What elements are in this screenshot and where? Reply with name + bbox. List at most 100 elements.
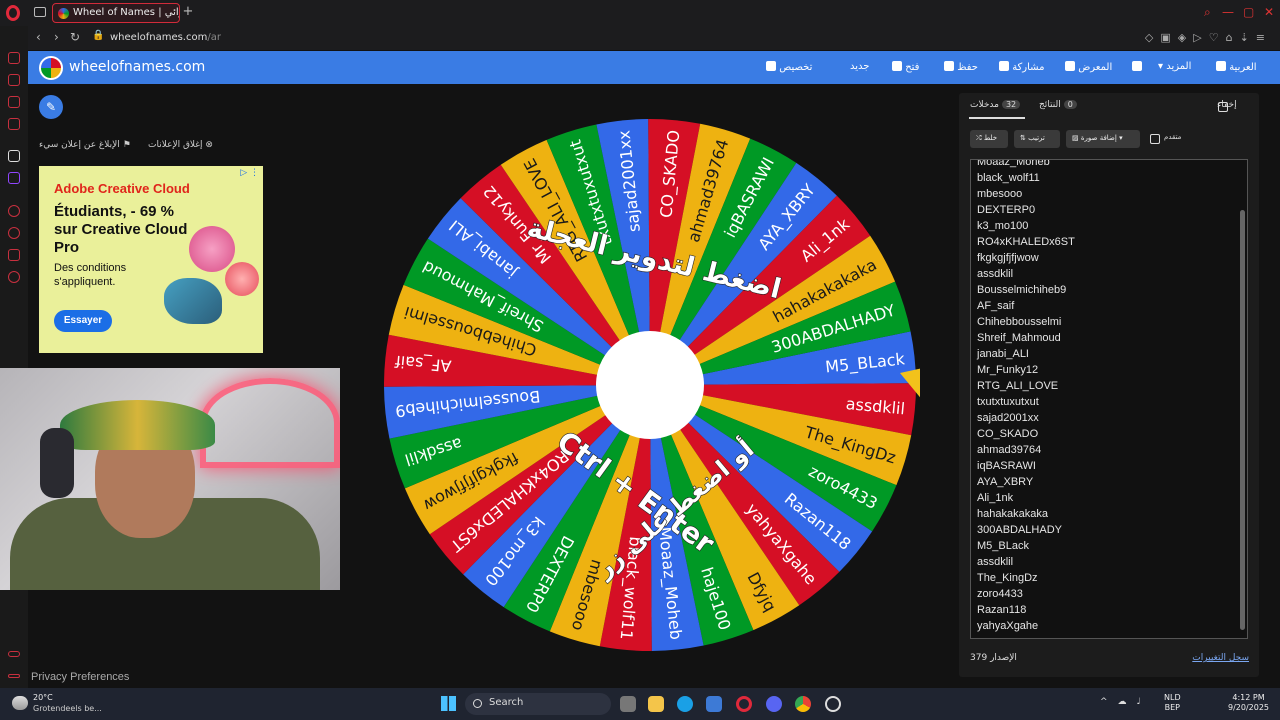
bookmark-icon[interactable]: ◇: [1145, 31, 1160, 44]
menu-share[interactable]: مشاركة: [993, 61, 1044, 73]
ad-choices-icon[interactable]: ▷ ⋮: [240, 168, 259, 178]
downloads-icon[interactable]: ⇣: [1240, 31, 1256, 44]
report-ad-link[interactable]: الإبلاغ عن إعلان سيء ⚑: [39, 140, 131, 150]
url-field[interactable]: wheelofnames.com/ar: [110, 32, 221, 43]
sort-button[interactable]: ⇅ ترتيب: [1014, 130, 1060, 148]
extensions-icon[interactable]: [8, 249, 20, 261]
site-header: wheelofnames.com تخصيص جديد فتح حفظ مشار…: [28, 51, 1280, 84]
entry-item: RTG_ALI_LOVE: [977, 380, 1059, 392]
history-icon[interactable]: [8, 227, 20, 239]
search-icon: [473, 699, 482, 708]
weather-description[interactable]: Grotendeels be...: [33, 704, 102, 713]
search-tabs-icon[interactable]: ⌕: [1204, 5, 1211, 20]
entry-item: k3_mo100: [977, 220, 1029, 232]
search-icon: [1065, 61, 1075, 71]
new-tab-button[interactable]: +: [181, 4, 195, 19]
menu-gallery[interactable]: المعرض: [1059, 61, 1112, 73]
heart-icon[interactable]: ♡: [1209, 31, 1226, 44]
edge-icon[interactable]: [677, 696, 693, 712]
wheel-center-button[interactable]: [596, 331, 704, 439]
menu-customize[interactable]: تخصيص: [760, 61, 812, 73]
microphone-icon[interactable]: ♩: [1137, 697, 1151, 707]
gx-icon[interactable]: [8, 651, 20, 657]
hide-checkbox[interactable]: [1218, 102, 1228, 112]
shuffle-button[interactable]: ⤮ خلط: [970, 130, 1008, 148]
player-icon[interactable]: ▷: [1193, 31, 1208, 44]
entry-item: Moaaz_Moheb: [977, 159, 1050, 168]
more-sidebar-icon[interactable]: [8, 674, 20, 678]
entry-item: 300ABDALHADY: [977, 524, 1062, 536]
reload-icon[interactable]: ↻: [70, 30, 80, 44]
cloud-icon[interactable]: [12, 696, 28, 710]
entry-item: fkgkgjfjfjwow: [977, 252, 1039, 264]
entries-count-badge: 32: [1001, 100, 1021, 109]
file-explorer-icon[interactable]: [648, 696, 664, 712]
site-title[interactable]: wheelofnames.com: [69, 59, 205, 75]
task-view-icon[interactable]: [620, 696, 636, 712]
workspace-icon[interactable]: [8, 74, 20, 86]
obs-icon[interactable]: [825, 696, 841, 712]
entries-scrollbar[interactable]: [1240, 210, 1245, 630]
menu-save[interactable]: حفظ: [938, 61, 978, 73]
advertisement[interactable]: ▷ ⋮ Adobe Creative Cloud Étudiants, - 69…: [39, 166, 263, 353]
advanced-checkbox[interactable]: [1150, 134, 1160, 144]
ad-subtext: Des conditions s'appliquent.: [54, 262, 127, 288]
chevron-up-icon[interactable]: ^: [1100, 697, 1118, 707]
vpn-icon[interactable]: ◈: [1178, 31, 1193, 44]
wheel-of-names[interactable]: M5_BLack assdklil The_KingDz zoro4433 Razan1…: [380, 115, 920, 655]
taskbar-clock[interactable]: 4:12 PM 9/20/2025: [1228, 693, 1269, 713]
entries-textarea[interactable]: Moaaz_Moheb black_wolf11 mbesooo DEXTERP0 k3…: [970, 159, 1248, 639]
close-icon[interactable]: ✕: [1264, 5, 1274, 19]
entry-item: yahyaXgahe: [977, 620, 1039, 632]
menu-language[interactable]: العربية: [1210, 61, 1257, 73]
input-language[interactable]: NLD BEP: [1164, 693, 1181, 713]
menu-more[interactable]: ▾ المزيد: [1158, 61, 1191, 72]
gmail-icon[interactable]: [8, 118, 20, 130]
fullscreen-icon: [1132, 61, 1142, 71]
settings-icon[interactable]: [8, 271, 20, 283]
add-image-button[interactable]: ▨ إضافة صورة ▾: [1066, 130, 1140, 148]
tab-islands-icon[interactable]: [34, 7, 46, 17]
minimize-icon[interactable]: —: [1222, 5, 1234, 19]
chrome-icon[interactable]: [795, 696, 811, 712]
twitch-icon[interactable]: [8, 172, 20, 184]
site-logo-icon[interactable]: [39, 56, 63, 80]
aria-icon[interactable]: [8, 52, 20, 64]
store-icon[interactable]: [706, 696, 722, 712]
opera-logo-icon[interactable]: [6, 5, 20, 21]
privacy-preferences-link[interactable]: Privacy Preferences: [31, 671, 129, 683]
discord-icon[interactable]: [766, 696, 782, 712]
messenger-icon[interactable]: [8, 96, 20, 108]
browser-tab-active[interactable]: Wheel of Names | عشوائي: [52, 3, 180, 23]
changelog-link[interactable]: سجل التغييرات: [1192, 653, 1249, 663]
globe-icon: [1216, 61, 1226, 71]
taskbar-search[interactable]: Search: [465, 693, 611, 715]
menu-new[interactable]: جديد: [850, 61, 869, 72]
menu-icon[interactable]: ≡: [1256, 31, 1272, 44]
tab-entries[interactable]: مدخلات 32: [970, 100, 1021, 110]
entry-item: txutxtuxutxut: [977, 396, 1039, 408]
back-icon[interactable]: ‹: [36, 30, 41, 44]
tab-results[interactable]: النتائج 0: [1039, 100, 1077, 110]
wheel-svg[interactable]: M5_BLackassdklilThe_KingDzzoro4433Razan1…: [380, 115, 920, 655]
entry-item: sajad2001xx: [977, 412, 1039, 424]
player-sidebar-icon[interactable]: [8, 205, 20, 217]
windows-start-icon[interactable]: [441, 696, 456, 711]
entry-item: RO4xKHALEDx6ST: [977, 236, 1075, 248]
opera-gx-icon[interactable]: [736, 696, 752, 712]
ad-cta-button[interactable]: Essayer: [54, 310, 112, 332]
edit-pencil-button[interactable]: ✎: [39, 95, 63, 119]
menu-open[interactable]: فتح: [886, 61, 919, 73]
snapshot-icon[interactable]: ▣: [1160, 31, 1177, 44]
maximize-icon[interactable]: ▢: [1243, 5, 1254, 19]
fullscreen-button[interactable]: [1126, 61, 1142, 73]
network-app-icon[interactable]: ☁: [1118, 697, 1137, 707]
chevron-down-icon: ▾: [1158, 61, 1164, 72]
chevron-down-icon: ▾: [1119, 134, 1123, 142]
close-ads-link[interactable]: إغلاق الإعلانات ⊗: [148, 140, 213, 150]
wallet-icon[interactable]: ⌂: [1226, 31, 1240, 44]
weather-temperature[interactable]: 20°C: [33, 693, 53, 702]
forward-icon[interactable]: ›: [54, 30, 59, 44]
tiktok-icon[interactable]: [8, 150, 20, 162]
address-bar: ‹ › ↻ 🔒 wheelofnames.com/ar ◇▣◈▷♡⌂⇣≡: [28, 26, 1280, 50]
